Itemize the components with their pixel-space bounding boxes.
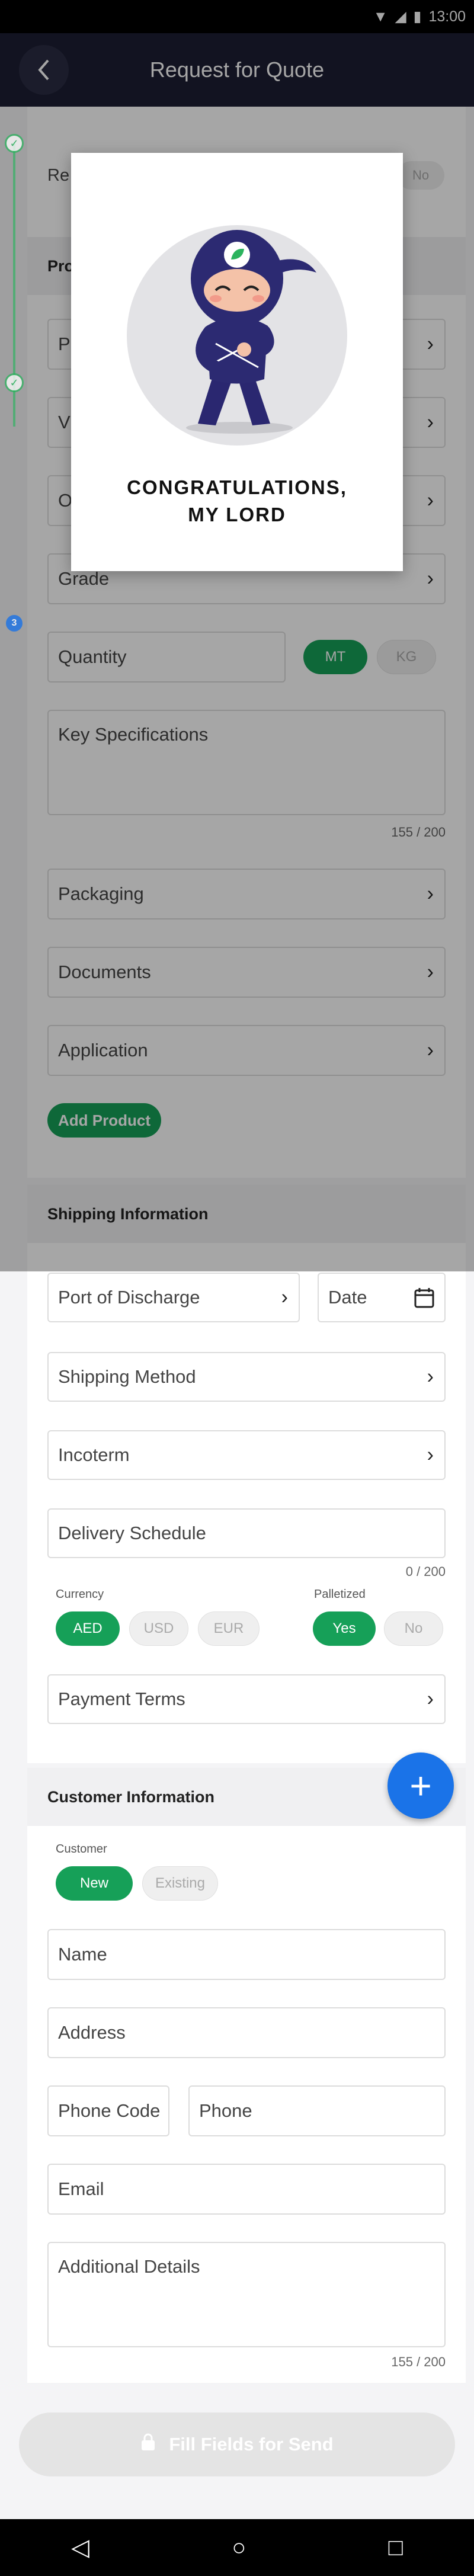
congratulations-message: CONGRATULATIONS, MY LORD bbox=[71, 474, 403, 528]
phone-code-input[interactable]: Phone Code bbox=[47, 2085, 169, 2136]
delivery-schedule-input[interactable]: Delivery Schedule bbox=[47, 1508, 446, 1558]
name-input[interactable]: Name bbox=[47, 1929, 446, 1980]
chevron-right-icon: › bbox=[427, 1687, 434, 1710]
currency-eur-toggle[interactable]: EUR bbox=[198, 1611, 260, 1646]
date-field[interactable]: Date bbox=[318, 1273, 446, 1322]
step-current: 3 bbox=[6, 615, 23, 632]
nav-recents-icon[interactable]: □ bbox=[389, 2535, 403, 2561]
currency-aed-toggle[interactable]: AED bbox=[56, 1611, 120, 1646]
phone-code-placeholder: Phone Code bbox=[58, 2100, 161, 2121]
add-fab-button[interactable]: + bbox=[387, 1752, 454, 1819]
step-check-icon: ✓ bbox=[5, 373, 24, 392]
incoterm-label: Incoterm bbox=[58, 1444, 130, 1465]
additional-details-counter: 155 / 200 bbox=[391, 2354, 446, 2369]
congratulations-line-2: MY LORD bbox=[188, 504, 286, 526]
date-placeholder: Date bbox=[328, 1287, 367, 1308]
customer-existing-toggle[interactable]: Existing bbox=[142, 1866, 218, 1901]
incoterm-field[interactable]: Incoterm › bbox=[47, 1430, 446, 1480]
delivery-schedule-placeholder: Delivery Schedule bbox=[58, 1523, 206, 1543]
nav-home-icon[interactable]: ○ bbox=[232, 2535, 246, 2561]
additional-details-placeholder: Additional Details bbox=[58, 2256, 200, 2277]
email-input[interactable]: Email bbox=[47, 2164, 446, 2215]
plus-icon: + bbox=[409, 1764, 432, 1807]
name-placeholder: Name bbox=[58, 1944, 107, 1965]
lock-icon bbox=[140, 2433, 156, 2456]
shipping-method-field[interactable]: Shipping Method › bbox=[47, 1352, 446, 1402]
step-check-icon: ✓ bbox=[5, 134, 24, 153]
port-of-discharge-field[interactable]: Port of Discharge › bbox=[47, 1273, 300, 1322]
customer-type-label: Customer bbox=[56, 1843, 107, 1856]
payment-terms-field[interactable]: Payment Terms › bbox=[47, 1674, 446, 1724]
palletized-yes-toggle[interactable]: Yes bbox=[313, 1611, 376, 1646]
currency-usd-toggle[interactable]: USD bbox=[129, 1611, 188, 1646]
chevron-right-icon: › bbox=[281, 1286, 288, 1309]
address-placeholder: Address bbox=[58, 2022, 126, 2043]
port-of-discharge-label: Port of Discharge bbox=[58, 1287, 200, 1308]
nav-back-icon[interactable]: ◁ bbox=[71, 2534, 89, 2561]
shipping-method-label: Shipping Method bbox=[58, 1366, 196, 1387]
chevron-right-icon: › bbox=[427, 1365, 434, 1388]
send-button[interactable]: Fill Fields for Send bbox=[19, 2412, 455, 2476]
email-placeholder: Email bbox=[58, 2178, 104, 2199]
send-button-label: Fill Fields for Send bbox=[169, 2434, 334, 2455]
currency-label: Currency bbox=[56, 1588, 104, 1601]
address-input[interactable]: Address bbox=[47, 2007, 446, 2058]
delivery-schedule-counter: 0 / 200 bbox=[405, 1564, 446, 1579]
phone-input[interactable]: Phone bbox=[188, 2085, 446, 2136]
additional-details-textarea[interactable]: Additional Details bbox=[47, 2242, 446, 2347]
payment-terms-label: Payment Terms bbox=[58, 1689, 185, 1709]
chevron-right-icon: › bbox=[427, 1443, 434, 1466]
phone-placeholder: Phone bbox=[199, 2100, 252, 2121]
customer-header-label: Customer Information bbox=[47, 1787, 215, 1806]
palletized-label: Palletized bbox=[314, 1588, 366, 1601]
customer-new-toggle[interactable]: New bbox=[56, 1866, 133, 1901]
android-nav-bar: ◁ ○ □ bbox=[0, 2519, 474, 2576]
congratulations-line-1: CONGRATULATIONS, bbox=[127, 476, 347, 498]
ninja-mascot-icon bbox=[186, 230, 316, 434]
calendar-icon[interactable] bbox=[414, 1287, 435, 1314]
palletized-no-toggle[interactable]: No bbox=[384, 1611, 443, 1646]
congratulations-modal[interactable]: CONGRATULATIONS, MY LORD bbox=[71, 153, 403, 571]
